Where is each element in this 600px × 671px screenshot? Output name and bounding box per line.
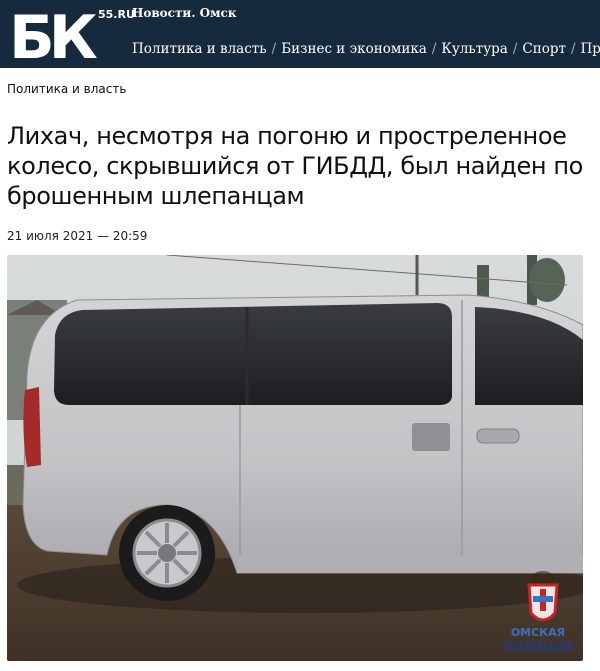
logo-text: БК: [9, 3, 98, 68]
nav-item-more[interactable]: Прои: [581, 41, 600, 57]
van-photo-illustration: [7, 255, 583, 661]
nav-item-sport[interactable]: Спорт: [522, 41, 566, 57]
watermark-text: ОМСКАЯ ПОЛИЦИЯ: [500, 626, 576, 654]
nav-item-politics[interactable]: Политика и власть: [132, 41, 267, 57]
site-header: БК 55.RU Новости. Омск Политика и власть…: [0, 0, 600, 68]
nav-separator: /: [512, 41, 518, 57]
watermark-line2: ПОЛИЦИЯ: [502, 640, 574, 654]
nav-separator: /: [431, 41, 437, 57]
breadcrumb-category[interactable]: Политика и власть: [7, 82, 126, 96]
police-watermark: ОМСКАЯ ПОЛИЦИЯ: [500, 568, 576, 660]
nav-separator: /: [570, 41, 576, 57]
nav-separator: /: [271, 41, 277, 57]
article-title: Лихач, несмотря на погоню и простреленно…: [7, 122, 583, 210]
article-photo: [7, 255, 583, 661]
nav-item-culture[interactable]: Культура: [441, 41, 507, 57]
watermark-line1: ОМСКАЯ: [510, 626, 566, 639]
article-date: 21 июля 2021 — 20:59: [7, 229, 148, 243]
nav-item-business[interactable]: Бизнес и экономика: [281, 41, 427, 57]
site-logo[interactable]: БК 55.RU: [9, 3, 135, 68]
main-nav: Политика и власть / Бизнес и экономика / Кул…: [132, 41, 600, 57]
logo-suffix: 55.RU: [98, 8, 135, 21]
site-tagline[interactable]: Новости. Омск: [132, 6, 237, 20]
